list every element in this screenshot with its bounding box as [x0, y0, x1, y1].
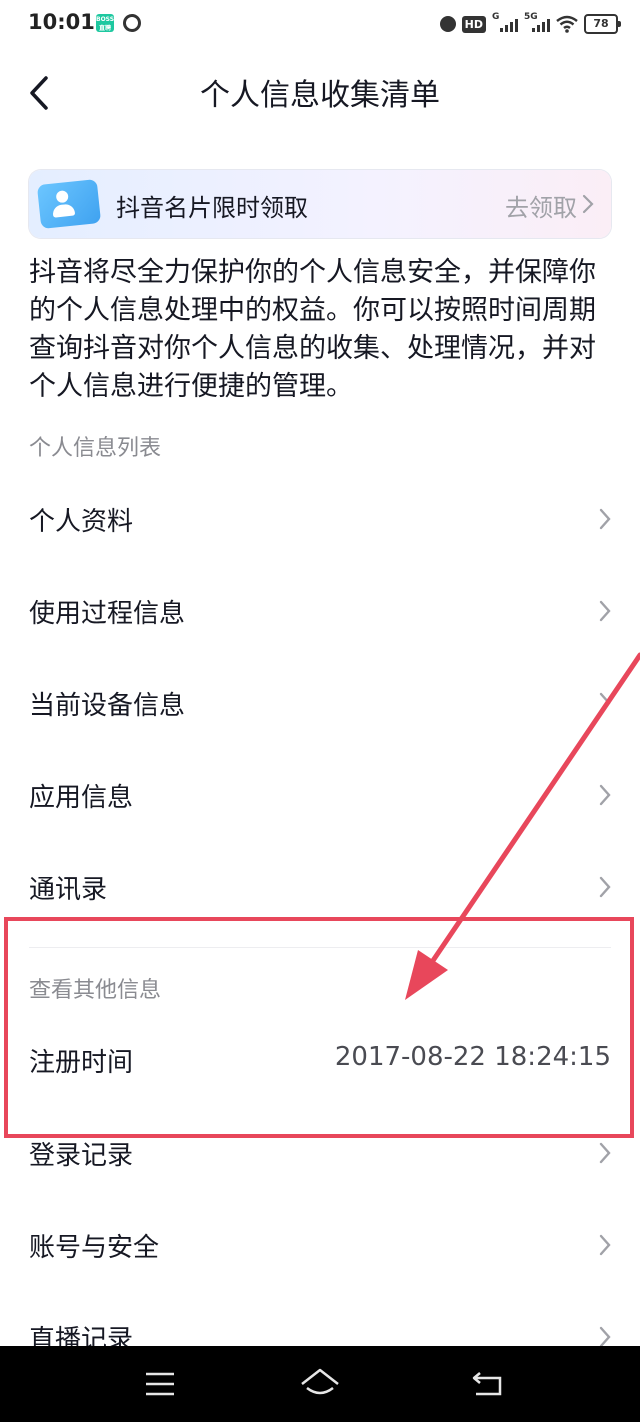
app-notification-icon: BOSS直聘: [96, 14, 114, 32]
menu-icon[interactable]: [138, 1364, 182, 1404]
sync-icon: [123, 14, 141, 32]
chevron-right-icon: [599, 784, 611, 806]
home-icon[interactable]: [298, 1364, 342, 1404]
alarm-icon: [439, 16, 456, 32]
chevron-right-icon: [599, 876, 611, 898]
promo-claim-link[interactable]: 去领取: [505, 188, 577, 223]
list-item-account-security[interactable]: 账号与安全: [0, 1199, 640, 1291]
chevron-right-icon: [599, 692, 611, 714]
list-item-label: 账号与安全: [29, 1233, 160, 1263]
chevron-right-icon: [599, 508, 611, 530]
status-bar: 10:01 BOSS直聘 HD G 5G 78: [0, 0, 640, 50]
chevron-right-icon: [582, 194, 594, 214]
list-item-app-info[interactable]: 应用信息: [0, 749, 640, 841]
hd-badge: HD: [461, 15, 486, 33]
highlight-box-annotation: [4, 917, 634, 1138]
app-badge-text: BOSS直聘: [96, 16, 115, 32]
status-indicators: HD G 5G 78: [439, 12, 621, 36]
list-item-personal-profile[interactable]: 个人资料: [0, 473, 640, 565]
list-item-label: 通讯录: [29, 875, 108, 905]
signal-icon-1: G: [492, 12, 518, 34]
list-item-device-info[interactable]: 当前设备信息: [0, 657, 640, 749]
chevron-right-icon: [599, 1234, 611, 1256]
nav-bar: 个人信息收集清单: [0, 60, 640, 120]
intro-text: 抖音将尽全力保护你的个人信息安全，并保障你的个人信息处理中的权益。你可以按照时间…: [29, 257, 596, 402]
list-item-usage-info[interactable]: 使用过程信息: [0, 565, 640, 657]
promo-text: 抖音名片限时领取: [116, 194, 308, 222]
promo-banner[interactable]: 抖音名片限时领取 去领取: [29, 170, 611, 238]
list-item-label: 使用过程信息: [29, 599, 186, 629]
system-nav-bar: [0, 1346, 640, 1422]
chevron-right-icon: [599, 1142, 611, 1164]
chevron-right-icon: [599, 600, 611, 622]
back-icon[interactable]: [466, 1364, 510, 1404]
signal-1-label: G: [492, 12, 500, 22]
list-item-label: 个人资料: [29, 507, 134, 537]
section-label-personal-list: 个人信息列表: [29, 436, 162, 461]
page-title: 个人信息收集清单: [200, 78, 440, 113]
signal-icon-2: 5G: [524, 12, 550, 34]
list-item-label: 登录记录: [29, 1141, 134, 1171]
status-time: 10:01: [28, 10, 95, 34]
wifi-icon: [556, 15, 578, 33]
list-item-label: 应用信息: [29, 783, 134, 813]
battery-icon: 78: [584, 14, 621, 34]
list-item-label: 当前设备信息: [29, 691, 186, 721]
id-card-icon: [36, 178, 102, 230]
